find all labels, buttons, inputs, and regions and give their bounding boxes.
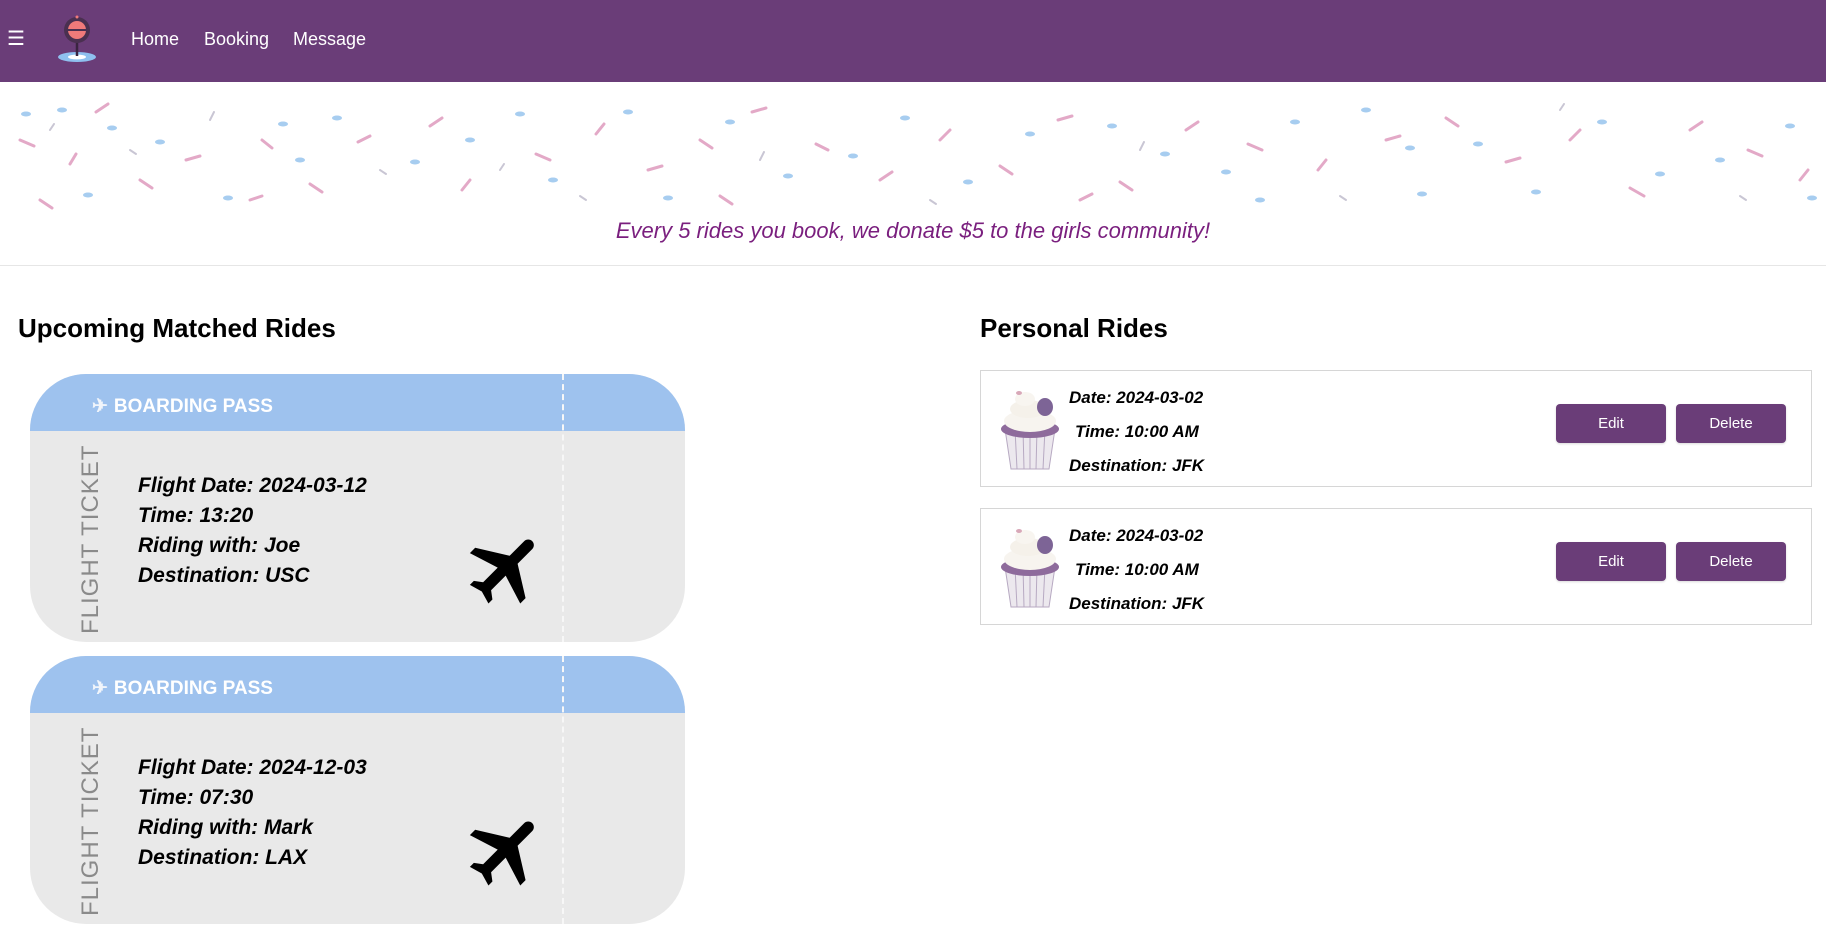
ticket-details: Flight Date: 2024-03-12 Time: 13:20 Ridi… [138, 471, 367, 591]
ride-date: Date: 2024-03-02 [1069, 526, 1204, 545]
nav-link-home[interactable]: Home [131, 28, 179, 50]
ride-destination: Destination: JFK [1069, 594, 1205, 613]
confetti-decoration [18, 102, 1817, 210]
ticket-details: Flight Date: 2024-12-03 Time: 07:30 Ridi… [138, 753, 367, 873]
flight-ticket-side-label: FLIGHT TICKET [77, 444, 104, 634]
riding-with: Riding with: Joe [138, 534, 301, 557]
edit-ride-button[interactable]: Edit [1556, 542, 1666, 581]
ride-details: Date: 2024-03-02 Time: 10:00 AM Destinat… [1069, 381, 1204, 483]
boarding-pass-label: ✈ BOARDING PASS [92, 678, 273, 700]
boarding-pass-text: BOARDING PASS [113, 396, 273, 417]
hamburger-menu-icon[interactable]: ☰ [7, 27, 25, 51]
app-logo-icon[interactable] [56, 14, 98, 64]
nav-link-message[interactable]: Message [293, 28, 366, 50]
airplane-icon [469, 539, 534, 604]
cupcake-icon [1001, 529, 1059, 608]
personal-rides-title: Personal Rides [980, 313, 1168, 343]
ride-time: Time: 10:00 AM [1075, 422, 1199, 441]
delete-ride-button[interactable]: Delete [1676, 542, 1786, 581]
riding-with: Riding with: Mark [138, 816, 313, 839]
flight-time: Time: 07:30 [138, 786, 254, 809]
ticket-header: ✈ BOARDING PASS [30, 656, 685, 713]
cupcake-icon [1001, 391, 1059, 470]
personal-ride-card: Date: 2024-03-02 Time: 10:00 AM Destinat… [980, 508, 1812, 625]
ride-date: Date: 2024-03-02 [1069, 388, 1204, 407]
small-plane-icon: ✈ [92, 396, 108, 417]
personal-ride-card: Date: 2024-03-02 Time: 10:00 AM Destinat… [980, 370, 1812, 487]
boarding-pass-text: BOARDING PASS [113, 678, 273, 699]
ticket-header: ✈ BOARDING PASS [30, 374, 685, 431]
flight-date: Flight Date: 2024-03-12 [138, 474, 367, 497]
airplane-icon [469, 821, 534, 886]
boarding-pass-ticket[interactable]: ✈ BOARDING PASS FLIGHT TICKET Flight Date… [30, 656, 685, 924]
flight-time: Time: 13:20 [138, 504, 254, 527]
ride-details: Date: 2024-03-02 Time: 10:00 AM Destinat… [1069, 519, 1204, 621]
edit-ride-button[interactable]: Edit [1556, 404, 1666, 443]
delete-ride-button[interactable]: Delete [1676, 404, 1786, 443]
destination: Destination: LAX [138, 846, 308, 869]
ticket-perforation [562, 656, 564, 924]
upcoming-rides-title: Upcoming Matched Rides [18, 313, 336, 343]
ride-destination: Destination: JFK [1069, 456, 1205, 475]
donation-message: Every 5 rides you book, we donate $5 to … [615, 218, 1211, 243]
donation-banner: Every 5 rides you book, we donate $5 to … [0, 82, 1826, 266]
flight-date: Flight Date: 2024-12-03 [138, 756, 367, 779]
nav-link-booking[interactable]: Booking [204, 28, 269, 50]
boarding-pass-label: ✈ BOARDING PASS [92, 396, 273, 418]
ticket-perforation [562, 374, 564, 642]
boarding-pass-ticket[interactable]: ✈ BOARDING PASS FLIGHT TICKET Flight Date… [30, 374, 685, 642]
small-plane-icon: ✈ [92, 678, 108, 699]
destination: Destination: USC [138, 564, 310, 587]
top-navbar: ☰ Home Booking Message [0, 0, 1826, 82]
flight-ticket-side-label: FLIGHT TICKET [77, 726, 104, 916]
ride-time: Time: 10:00 AM [1075, 560, 1199, 579]
